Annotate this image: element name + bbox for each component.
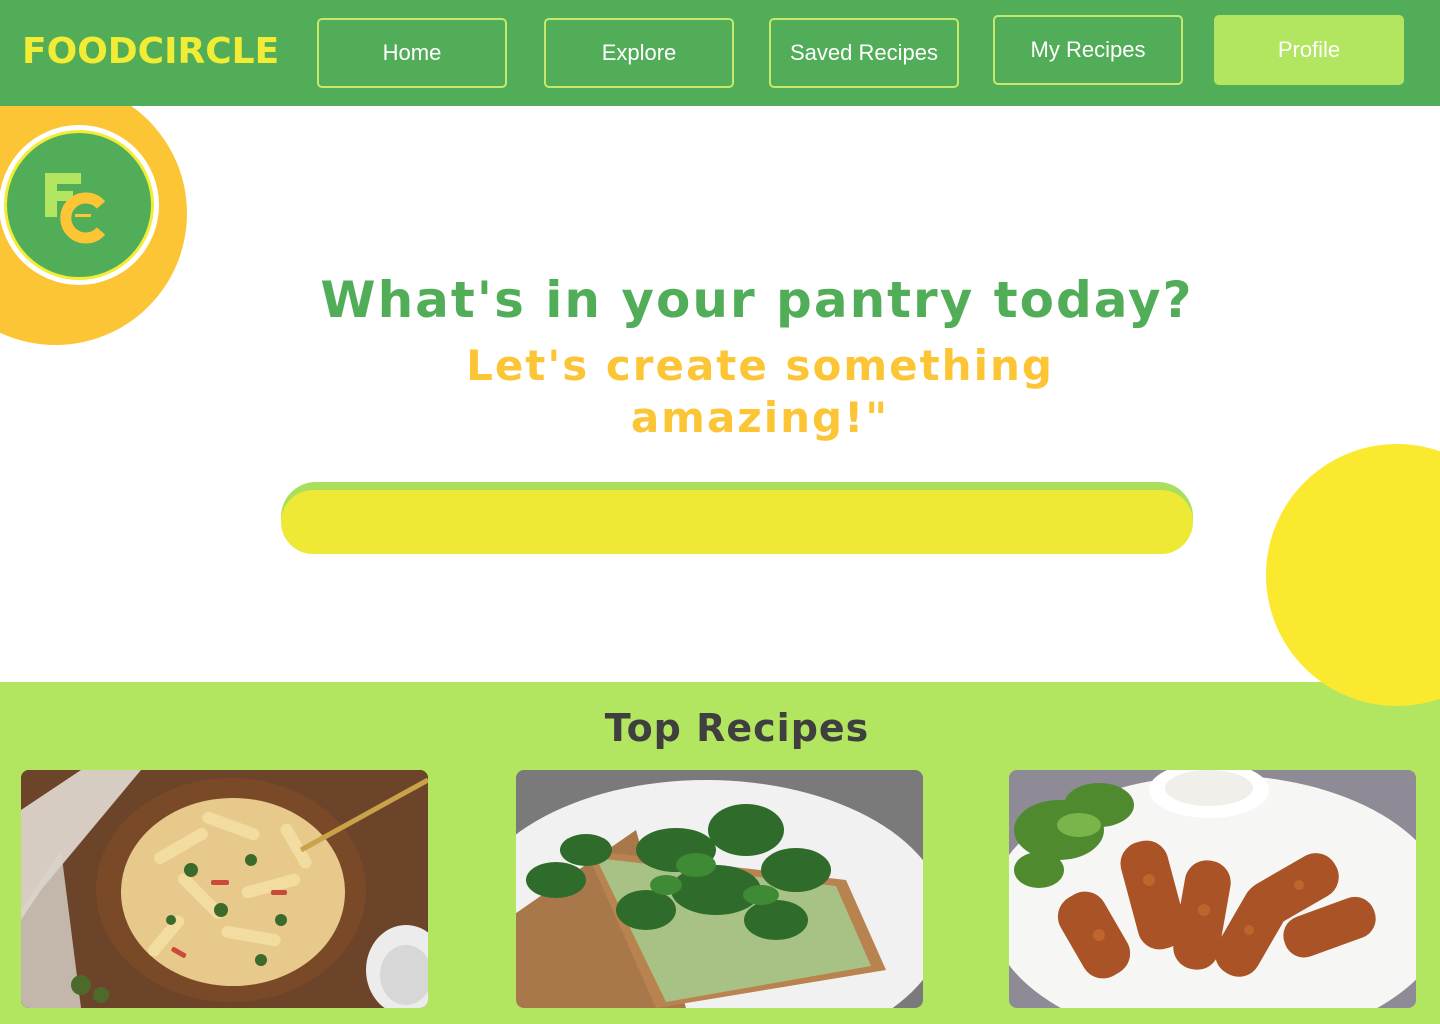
top-recipes-heading: Top Recipes [604, 706, 870, 750]
recipe-card-chicken-tenders[interactable] [1009, 770, 1416, 1008]
nav-saved-recipes-button[interactable]: Saved Recipes [769, 18, 959, 88]
top-recipes-section: Top Recipes [0, 682, 1440, 1024]
fc-monogram-icon [45, 173, 106, 244]
nav-home-button[interactable]: Home [317, 18, 507, 88]
spinach-toast-image [516, 770, 923, 1008]
hero-title: What's in your pantry today? [320, 271, 1194, 329]
nav-explore-button[interactable]: Explore [544, 18, 734, 88]
brand-wordmark[interactable]: FOODCIRCLE [22, 30, 279, 74]
logo-inner-circle [4, 130, 154, 280]
chicken-tenders-image [1009, 770, 1416, 1008]
recipe-card-spinach-toast[interactable] [516, 770, 923, 1008]
pasta-bowl-image [21, 770, 428, 1008]
nav-profile-button[interactable]: Profile [1214, 15, 1404, 85]
logo-badge[interactable] [0, 125, 159, 285]
top-navigation-bar: FOODCIRCLE Home Explore Saved Recipes My… [0, 0, 1440, 106]
pantry-search-input[interactable] [281, 490, 1193, 554]
page: FOODCIRCLE Home Explore Saved Recipes My… [0, 0, 1440, 1024]
hero-subtitle: Let's create something amazing!" [466, 341, 1054, 442]
decorative-circle-right [1266, 444, 1440, 706]
nav-my-recipes-button[interactable]: My Recipes [993, 15, 1183, 85]
recipe-card-pasta[interactable] [21, 770, 428, 1008]
